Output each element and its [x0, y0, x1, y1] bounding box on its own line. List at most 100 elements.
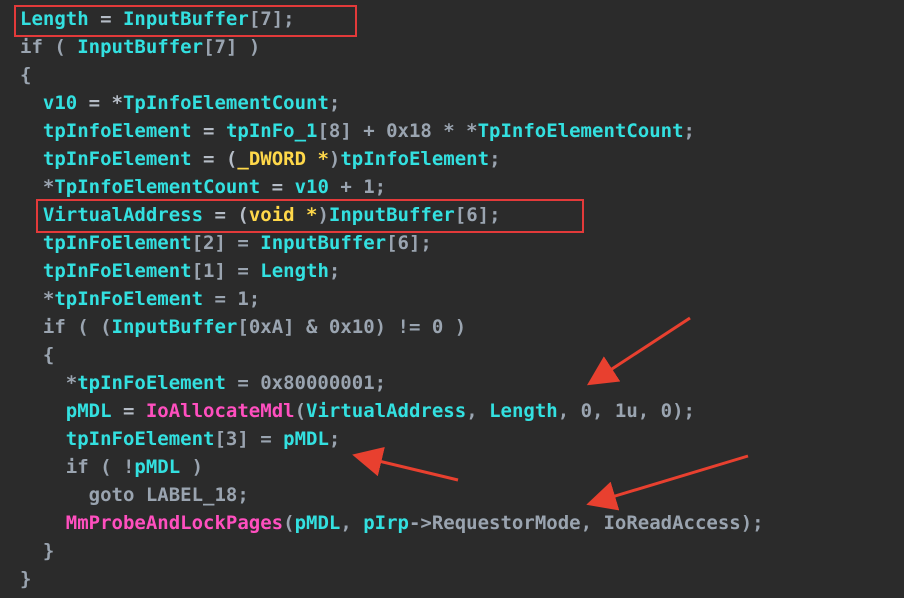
code-token: } — [20, 568, 32, 590]
code-line: *tpInFoElement = 1; — [20, 285, 260, 313]
code-token: , — [340, 512, 364, 534]
code-line: tpInFoElement = (_DWORD *)tpInfoElement; — [20, 145, 501, 173]
code-token: tpInFoElement — [42, 232, 192, 254]
code-token: InputBuffer — [328, 204, 455, 226]
code-token: ( — [42, 36, 78, 58]
code-token: tpInFoElement — [65, 428, 215, 450]
code-token: TpInfoElementCount — [122, 92, 329, 114]
code-token: ( — [294, 400, 307, 422]
code-token: _DWORD * — [237, 148, 329, 170]
code-token: = — [111, 400, 146, 422]
code-token: tpInFoElement — [42, 148, 192, 170]
code-token: , 0, 1u, 0); — [557, 400, 695, 422]
code-line: { — [20, 61, 31, 89]
code-token: InputBuffer — [122, 8, 249, 30]
code-token: pIrp — [363, 512, 409, 534]
code-token: = — [260, 176, 295, 198]
code-token: [2] = — [191, 232, 261, 254]
code-token: = 1; — [203, 288, 261, 310]
code-token: { — [20, 344, 55, 366]
code-line: { — [20, 341, 54, 369]
code-token: Length — [20, 8, 89, 30]
code-token: MmProbeAndLockPages — [65, 512, 284, 534]
code-token: [7]; — [248, 8, 295, 30]
code-token: ( ( — [65, 316, 112, 338]
code-token: [1] = — [191, 260, 261, 282]
code-token: v10 — [42, 92, 78, 114]
code-token: , — [466, 400, 490, 422]
code-line: tpInFoElement[2] = InputBuffer[6]; — [20, 229, 432, 257]
code-token: ) — [180, 456, 204, 478]
code-token: Length — [489, 400, 558, 422]
code-token: v10 — [294, 176, 329, 198]
code-token: ; — [328, 92, 341, 114]
code-token: { — [20, 64, 32, 86]
code-token: VirtualAddress — [306, 400, 467, 422]
code-token: = ( — [203, 204, 249, 226]
code-token: = — [88, 8, 123, 30]
code-line: v10 = *TpInfoElementCount; — [20, 89, 340, 117]
code-line: if ( InputBuffer[7] ) — [20, 33, 260, 61]
code-token: [8] + 0x18 * * — [317, 120, 478, 142]
code-token: tpInFo_1 — [225, 120, 318, 142]
code-line: pMDL = IoAllocateMdl(VirtualAddress, Len… — [20, 397, 695, 425]
code-line: } — [20, 537, 54, 565]
code-token: [0xA] & 0x10) != 0 ) — [237, 316, 467, 338]
code-line: tpInfoElement = tpInFo_1[8] + 0x18 * *Tp… — [20, 117, 695, 145]
code-line: } — [20, 565, 31, 593]
code-editor: Length = InputBuffer[7]; if ( InputBuffer… — [0, 0, 904, 598]
code-line: *tpInFoElement = 0x80000001; — [20, 369, 386, 397]
code-token: InputBuffer — [111, 316, 238, 338]
code-token: void * — [248, 204, 318, 226]
code-line: if ( !pMDL ) — [20, 453, 203, 481]
code-token: tpInFoElement — [77, 372, 226, 394]
code-token: + 1; — [328, 176, 387, 198]
code-token: * — [20, 176, 55, 198]
code-token: = 0x80000001; — [225, 372, 387, 394]
code-token: TpInfoElementCount — [477, 120, 684, 142]
code-token: TpInfoElementCount — [54, 176, 261, 198]
code-token: InputBuffer — [260, 232, 387, 254]
code-token: if — [20, 36, 43, 58]
code-token: if — [20, 456, 89, 478]
code-token: tpInFoElement — [54, 288, 204, 310]
code-token: tpInfoElement — [42, 120, 192, 142]
code-token: [6]; — [386, 232, 432, 254]
code-token: = * — [77, 92, 123, 114]
code-token: = — [191, 120, 226, 142]
code-token: tpInFoElement — [42, 260, 192, 282]
code-token: * — [20, 372, 78, 394]
code-token: ( — [283, 512, 295, 534]
code-token: pMDL — [283, 428, 329, 450]
code-token: [6]; — [454, 204, 501, 226]
code-token: Length — [260, 260, 329, 282]
code-token: pMDL — [294, 512, 341, 534]
code-token: pMDL — [134, 456, 181, 478]
code-token: [3] = — [214, 428, 284, 450]
code-line: if ( (InputBuffer[0xA] & 0x10) != 0 ) — [20, 313, 466, 341]
code-token: ->RequestorMode, IoReadAccess); — [408, 512, 764, 534]
code-line: Length = InputBuffer[7]; — [20, 5, 295, 33]
arrow-to-ioallocatemdl — [586, 316, 691, 386]
code-token: [7] ) — [203, 36, 261, 58]
code-token: goto LABEL_18; — [20, 484, 249, 506]
arrow-to-mmprobeandlockpages — [586, 454, 749, 511]
code-token: pMDL — [65, 400, 112, 422]
code-token: VirtualAddress — [42, 204, 204, 226]
code-line: tpInFoElement[3] = pMDL; — [20, 425, 341, 453]
code-line: goto LABEL_18; — [20, 481, 249, 509]
code-token: ) — [317, 204, 329, 226]
code-token: } — [20, 540, 55, 562]
code-line: MmProbeAndLockPages(pMDL, pIrp->Requesto… — [20, 509, 764, 537]
code-token: ; — [328, 260, 341, 282]
code-token: = ( — [191, 148, 238, 170]
code-token: tpInfoElement — [340, 148, 490, 170]
